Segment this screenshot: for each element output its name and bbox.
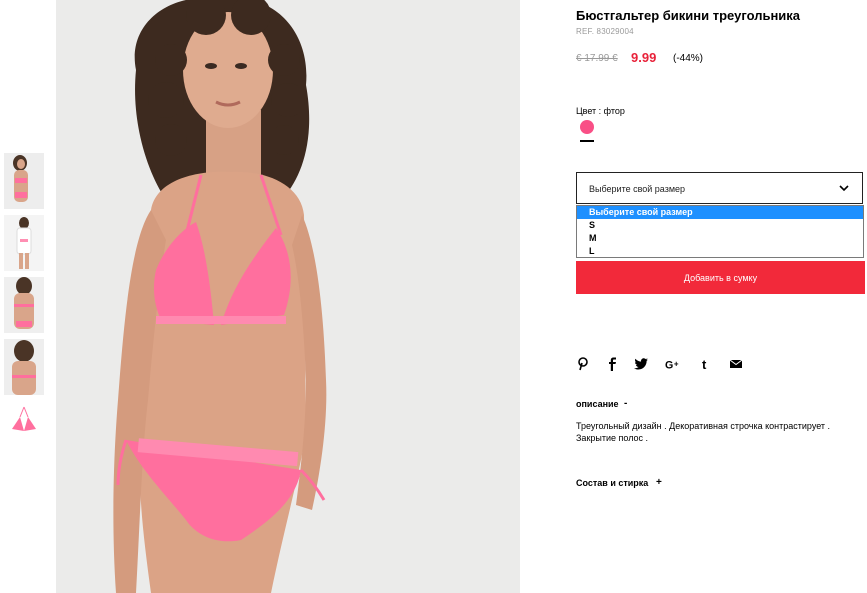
size-option-s[interactable]: S [577, 219, 863, 232]
email-icon[interactable] [728, 356, 744, 372]
tumblr-icon[interactable]: t [698, 356, 714, 372]
thumbnail-2[interactable] [4, 215, 44, 271]
sale-price: 9.99 [631, 50, 657, 65]
thumbnail-4[interactable] [4, 339, 44, 395]
composition-care-expand-toggle[interactable]: + [656, 477, 662, 488]
color-swatch-fluor[interactable] [580, 120, 594, 134]
swatch-selected-indicator [580, 140, 594, 142]
size-select[interactable]: Выберите свой размер [576, 172, 863, 204]
color-label: Цвет : фтор [576, 106, 625, 116]
size-dropdown-list: Выберите свой размер S M L [576, 205, 864, 258]
thumbnail-3[interactable] [4, 277, 44, 333]
product-main-image [56, 0, 520, 593]
facebook-icon[interactable] [604, 356, 620, 372]
size-option-placeholder[interactable]: Выберите свой размер [577, 206, 863, 219]
pinterest-icon[interactable] [575, 356, 591, 372]
svg-text:t: t [702, 357, 707, 371]
size-option-m[interactable]: M [577, 232, 863, 245]
thumbnail-5[interactable] [4, 401, 44, 457]
svg-text:G: G [665, 359, 673, 371]
size-select-value: Выберите свой размер [589, 184, 686, 194]
composition-care-heading[interactable]: Состав и стирка [576, 478, 648, 488]
size-option-l[interactable]: L [577, 245, 863, 258]
old-price: € 17.99 € [576, 53, 618, 64]
add-to-bag-button[interactable]: Добавить в сумку [576, 261, 865, 294]
discount-badge: (-44%) [673, 53, 704, 64]
google-plus-icon[interactable]: G + [665, 356, 681, 372]
description-collapse-toggle[interactable]: - [624, 398, 627, 409]
description-heading[interactable]: описание [576, 399, 619, 409]
product-title: Бюстгальтер бикини треугольника [576, 8, 801, 23]
thumbnail-1[interactable] [4, 153, 44, 209]
svg-text:+: + [674, 360, 679, 369]
twitter-icon[interactable] [633, 356, 649, 372]
description-text: Треугольный дизайн . Декоративная строчк… [576, 421, 831, 443]
product-ref: REF. 83029004 [576, 27, 634, 36]
chevron-down-icon [839, 185, 849, 192]
